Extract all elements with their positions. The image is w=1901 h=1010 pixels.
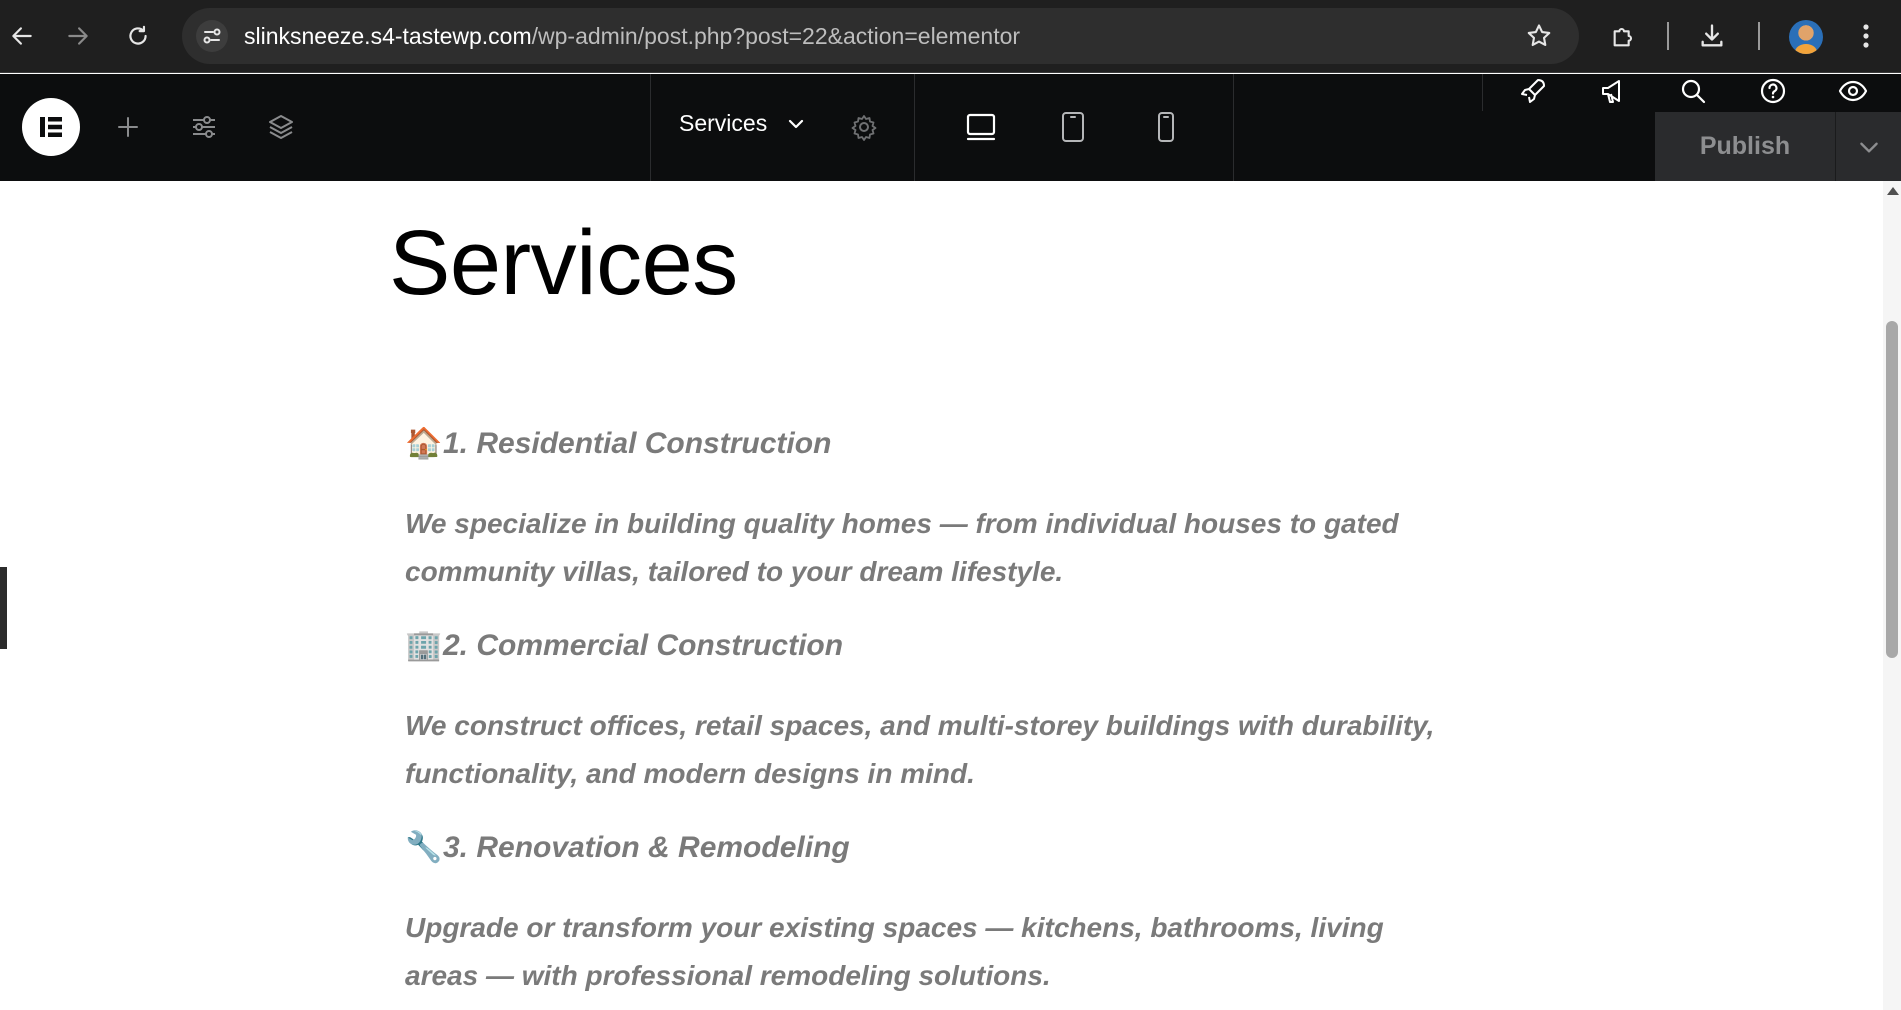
chevron-down-icon <box>1859 142 1878 153</box>
site-info-icon[interactable] <box>196 20 228 52</box>
profile-avatar[interactable] <box>1789 20 1823 54</box>
plus-icon[interactable] <box>105 104 151 150</box>
gear-icon[interactable] <box>841 104 887 150</box>
house-icon: 🏠 <box>405 426 443 461</box>
layers-icon[interactable] <box>258 104 304 150</box>
toolbar-divider <box>1233 74 1234 181</box>
service-description: Upgrade or transform your existing space… <box>405 912 1384 991</box>
toolbar-divider <box>1758 22 1760 50</box>
publish-options-button[interactable] <box>1835 112 1901 181</box>
service-title: 🏢2. Commercial Construction <box>405 627 843 665</box>
eye-icon[interactable] <box>1830 68 1876 114</box>
editor-canvas: Services 🏠1. Residential Construction We… <box>0 181 1883 1010</box>
scroll-up-arrow-icon[interactable] <box>1887 187 1899 195</box>
page-heading[interactable]: Services <box>389 209 738 317</box>
chevron-down-icon[interactable] <box>784 112 808 136</box>
service-title-text: 2. Commercial Construction <box>443 629 844 662</box>
star-icon[interactable] <box>1525 22 1553 50</box>
back-arrow-icon[interactable] <box>0 14 44 58</box>
elementor-logo-icon[interactable] <box>22 98 80 156</box>
toolbar-divider <box>1667 22 1669 50</box>
service-description: We construct offices, retail spaces, and… <box>405 710 1435 789</box>
download-icon[interactable] <box>1694 18 1730 54</box>
url-text[interactable]: slinksneeze.s4-tastewp.com/wp-admin/post… <box>244 22 1020 50</box>
service-title: 🏠1. Residential Construction <box>405 425 831 463</box>
service-title-text: 3. Renovation & Remodeling <box>443 831 850 864</box>
office-building-icon: 🏢 <box>405 628 443 663</box>
sliders-icon[interactable] <box>181 104 227 150</box>
url-host: slinksneeze.s4-tastewp.com <box>244 23 532 49</box>
mobile-icon[interactable] <box>1143 104 1189 150</box>
tablet-icon[interactable] <box>1050 104 1096 150</box>
toolbar-divider <box>1482 74 1483 111</box>
reload-icon[interactable] <box>116 14 160 58</box>
panel-toggle-handle[interactable] <box>0 567 7 649</box>
wrench-icon: 🔧 <box>405 830 443 865</box>
puzzle-icon[interactable] <box>1606 18 1642 54</box>
browser-toolbar: slinksneeze.s4-tastewp.com/wp-admin/post… <box>0 0 1901 73</box>
publish-button[interactable]: Publish <box>1655 112 1835 181</box>
elementor-topbar: Services <box>0 74 1901 181</box>
url-path: /wp-admin/post.php?post=22&action=elemen… <box>531 23 1021 49</box>
toolbar-divider <box>914 74 915 181</box>
help-icon[interactable] <box>1750 68 1796 114</box>
search-icon[interactable] <box>1670 68 1716 114</box>
page-title-dropdown[interactable]: Services <box>679 108 767 138</box>
service-title-text: 1. Residential Construction <box>443 427 832 460</box>
desktop-icon[interactable] <box>958 104 1004 150</box>
service-description: We specialize in building quality homes … <box>405 508 1399 587</box>
vertical-scrollbar[interactable] <box>1883 181 1901 1010</box>
kebab-menu-icon[interactable] <box>1848 18 1884 54</box>
megaphone-icon[interactable] <box>1590 68 1636 114</box>
forward-arrow-icon[interactable] <box>56 14 100 58</box>
address-bar[interactable]: slinksneeze.s4-tastewp.com/wp-admin/post… <box>182 8 1579 64</box>
scrollbar-thumb[interactable] <box>1886 321 1898 658</box>
toolbar-divider <box>650 74 651 181</box>
rocket-icon[interactable] <box>1510 68 1556 114</box>
service-title: 🔧3. Renovation & Remodeling <box>405 829 850 867</box>
